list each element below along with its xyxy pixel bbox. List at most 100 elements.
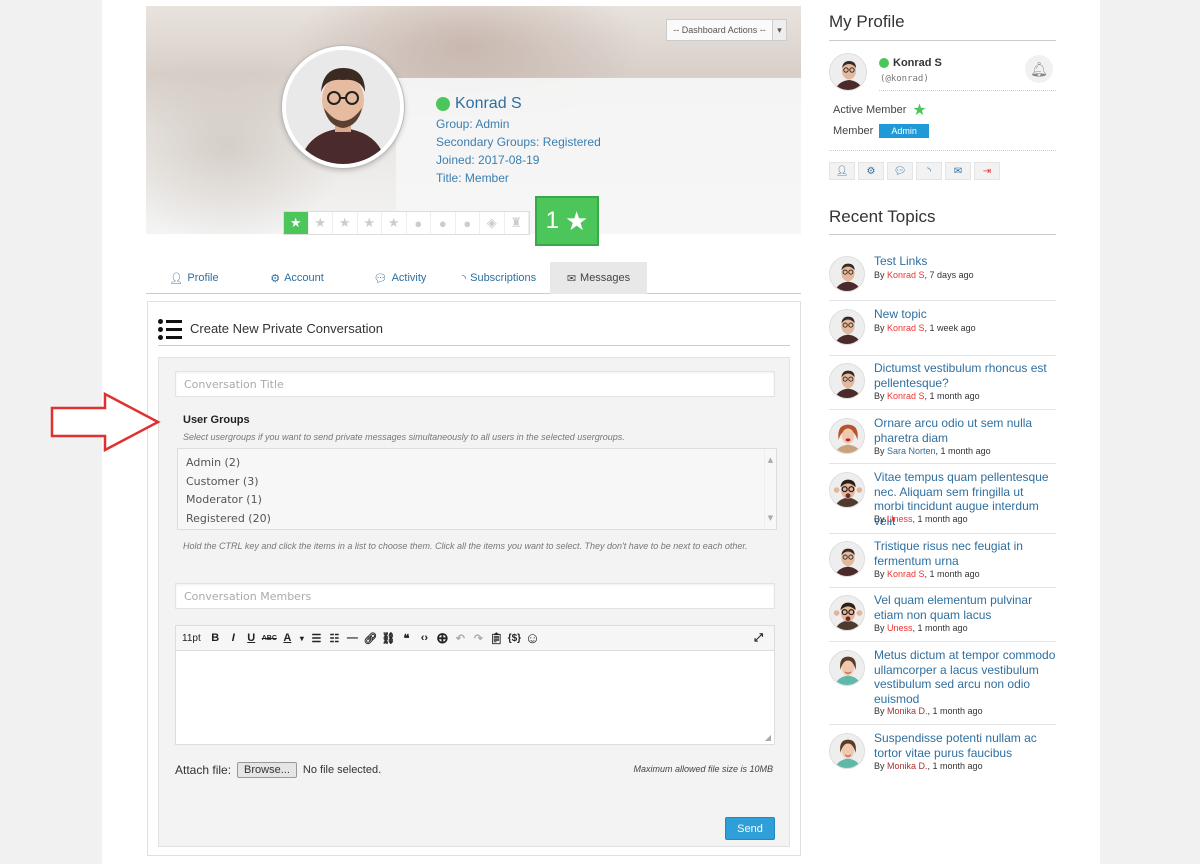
topic-title[interactable]: New topic [874, 307, 1056, 322]
tab-label: Profile [187, 272, 219, 284]
avatar[interactable] [829, 418, 865, 454]
tab-subscriptions[interactable]: ◝ Subscriptions [448, 262, 550, 294]
message-editor[interactable]: ◢ [175, 651, 775, 745]
topic-author[interactable]: Uness [887, 623, 913, 633]
topic-author[interactable]: Konrad S [887, 270, 925, 280]
text-color-icon[interactable]: A [280, 628, 295, 648]
list-item[interactable]: Suspendisse potenti nullam ac tortor vit… [829, 731, 1056, 778]
rank-stars: ★ ★ ★ ★ ★ ● ● ● ◈ ♜ [283, 211, 530, 235]
topic-title[interactable]: Suspendisse potenti nullam ac tortor vit… [874, 731, 1056, 760]
envelope-icon[interactable]: ✉ [945, 162, 971, 180]
list-item[interactable]: Tristique risus nec feugiat in fermentum… [829, 539, 1056, 588]
dashboard-actions-select[interactable]: -- Dashboard Actions -- ▾ [666, 19, 787, 41]
topic-by: By [874, 569, 888, 579]
topic-time: , 1 month ago [935, 446, 991, 456]
fullscreen-icon[interactable]: ⤢ [751, 628, 766, 648]
strikethrough-icon[interactable]: ABC [262, 628, 277, 648]
scrollbar[interactable]: ▲ ▼ [764, 449, 776, 529]
paste-icon[interactable]: 📋︎ [489, 628, 504, 648]
font-size-select[interactable]: 11pt [182, 628, 201, 648]
topic-author[interactable]: Konrad S [887, 569, 925, 579]
divider [829, 150, 1056, 151]
recent-topics-heading: Recent Topics [829, 207, 936, 226]
send-button[interactable]: Send [725, 817, 775, 840]
source-icon[interactable]: {$} [507, 628, 522, 648]
avatar[interactable] [829, 472, 865, 508]
topic-title[interactable]: Tristique risus nec feugiat in fermentum… [874, 539, 1056, 568]
italic-icon[interactable]: I [226, 628, 241, 648]
conversation-members-input[interactable]: Conversation Members [175, 583, 775, 609]
plus-circle-icon[interactable]: ⊕ [435, 628, 450, 648]
caret-down-icon[interactable]: ▾ [298, 628, 306, 648]
tab-account[interactable]: ⚙ Account [242, 262, 352, 294]
topic-title[interactable]: Dictumst vestibulum rhoncus est pellente… [874, 361, 1056, 390]
gear-icon[interactable]: ⚙ [858, 162, 884, 180]
star-icon: ★ [309, 212, 333, 234]
topic-title[interactable]: Vel quam elementum pulvinar etiam non qu… [874, 593, 1056, 622]
unlink-icon[interactable]: ⛓ [381, 628, 396, 648]
profile-name[interactable]: Konrad S [455, 95, 522, 113]
topic-title[interactable]: Metus dictum at tempor commodo ullamcorp… [874, 648, 1056, 706]
undo-icon[interactable]: ↶ [453, 628, 468, 648]
redo-icon[interactable]: ↷ [471, 628, 486, 648]
topic-author[interactable]: Monika D. [887, 761, 928, 771]
browse-button[interactable]: Browse... [237, 762, 297, 778]
topic-author[interactable]: Konrad S [887, 391, 925, 401]
bold-icon[interactable]: B [208, 628, 223, 648]
user-group-option[interactable]: Admin (2) [186, 454, 768, 473]
avatar[interactable] [829, 53, 867, 91]
topic-author[interactable]: Konrad S [887, 323, 925, 333]
list-item[interactable]: Vel quam elementum pulvinar etiam non qu… [829, 593, 1056, 642]
sign-out-icon[interactable]: ⇥ [974, 162, 1000, 180]
sidebar-user-name[interactable]: Konrad S [893, 57, 942, 69]
tab-messages[interactable]: ✉ Messages [550, 262, 647, 294]
link-icon[interactable]: 🔗︎ [363, 628, 378, 648]
user-icon[interactable]: 👤︎ [829, 162, 855, 180]
conversation-title-input[interactable]: Conversation Title [175, 371, 775, 397]
avatar[interactable] [829, 363, 865, 399]
active-member-row: Active Member ★ [833, 100, 927, 120]
profile-avatar [282, 46, 404, 168]
topic-author[interactable]: Uness [887, 514, 913, 524]
chevron-down-icon: ▾ [772, 20, 786, 40]
list-item[interactable]: Ornare arcu odio ut sem nulla pharetra d… [829, 416, 1056, 464]
tab-profile[interactable]: 👤︎ Profile [146, 262, 242, 294]
topic-by: By [874, 446, 888, 456]
avatar[interactable] [829, 733, 865, 769]
rss-icon[interactable]: ◝ [916, 162, 942, 180]
resize-handle-icon[interactable]: ◢ [765, 733, 771, 742]
topic-author[interactable]: Monika D. [887, 706, 928, 716]
quote-icon[interactable]: ❝ [399, 628, 414, 648]
topic-title[interactable]: Test Links [874, 254, 1056, 269]
list-item[interactable]: New topic By Konrad S, 1 week ago [829, 307, 1056, 356]
numbered-list-icon[interactable]: ☷ [327, 628, 342, 648]
list-item[interactable]: Metus dictum at tempor commodo ullamcorp… [829, 648, 1056, 725]
rss-icon: ◝ [461, 272, 467, 285]
code-icon[interactable]: ‹› [417, 628, 432, 648]
smiley-icon[interactable]: ☺ [525, 628, 540, 648]
user-group-option[interactable]: Registered (20) [186, 510, 768, 529]
member-badge: Admin [879, 124, 929, 138]
list-item[interactable]: Test Links By Konrad S, 7 days ago [829, 254, 1056, 301]
tab-activity[interactable]: 💬︎ Activity [352, 262, 448, 294]
list-item[interactable]: Vitae tempus quam pellentesque nec. Aliq… [829, 470, 1056, 534]
star-icon: ★ [912, 102, 927, 119]
list-item[interactable]: Dictumst vestibulum rhoncus est pellente… [829, 361, 1056, 410]
underline-icon[interactable]: U [244, 628, 259, 648]
bell-icon[interactable]: 🔔︎ [1025, 55, 1053, 83]
comments-icon[interactable]: 💬︎ [887, 162, 913, 180]
user-group-option[interactable]: Moderator (1) [186, 491, 768, 510]
topic-author[interactable]: Sara Norten [887, 446, 936, 456]
bullet-list-icon[interactable]: ☰ [309, 628, 324, 648]
user-group-option[interactable]: Customer (3) [186, 473, 768, 492]
topic-title[interactable]: Ornare arcu odio ut sem nulla pharetra d… [874, 416, 1056, 445]
avatar[interactable] [829, 541, 865, 577]
avatar[interactable] [829, 256, 865, 292]
dashboard-actions-label: -- Dashboard Actions -- [673, 25, 766, 35]
avatar[interactable] [829, 309, 865, 345]
avatar[interactable] [829, 650, 865, 686]
horizontal-rule-icon[interactable]: — [345, 628, 360, 648]
avatar[interactable] [829, 595, 865, 631]
user-groups-select[interactable]: Admin (2) Customer (3) Moderator (1) Reg… [177, 448, 777, 530]
shield-icon: ◈ [480, 212, 505, 234]
